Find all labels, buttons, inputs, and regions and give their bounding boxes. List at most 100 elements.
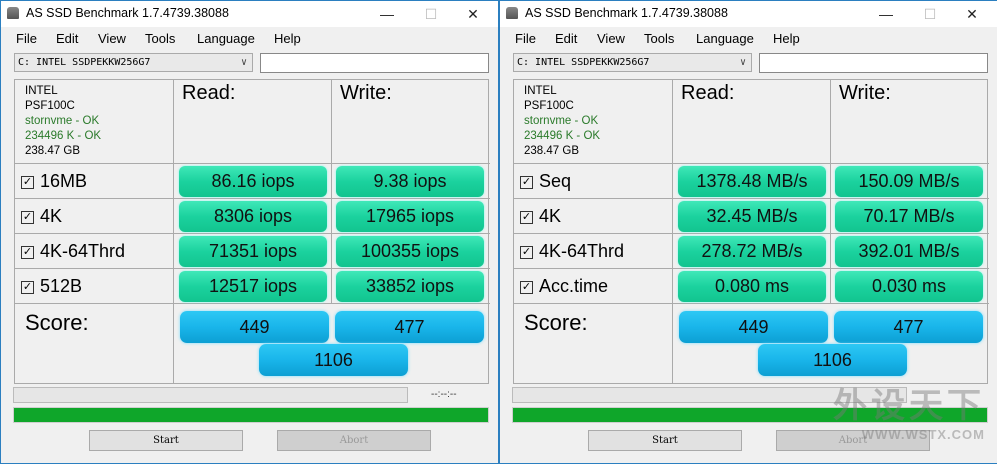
write-result: 0.030 ms — [835, 271, 983, 302]
score-total: 1106 — [758, 344, 907, 376]
drive-size: 238.47 GB — [25, 145, 80, 157]
elapsed-time: --:--:-- — [431, 389, 457, 400]
drive-select[interactable]: C: INTEL SSDPEKKW256G7 ∨ — [513, 53, 752, 72]
score-write: 477 — [335, 311, 484, 343]
text-field[interactable] — [759, 53, 988, 73]
read-result: 12517 iops — [179, 271, 327, 302]
menu-language[interactable]: Language — [197, 31, 255, 46]
text-field[interactable] — [260, 53, 489, 73]
drive-app-icon — [506, 7, 518, 19]
menu-edit[interactable]: Edit — [56, 31, 78, 46]
score-read: 449 — [180, 311, 329, 343]
drive-select[interactable]: C: INTEL SSDPEKKW256G7 ∨ — [14, 53, 253, 72]
menu-tools[interactable]: Tools — [644, 31, 674, 46]
score-label: Score: — [514, 304, 673, 384]
write-result: 70.17 MB/s — [835, 201, 983, 232]
drive-info: INTEL PSF100C stornvme - OK 234496 K - O… — [514, 80, 673, 164]
menu-file[interactable]: File — [16, 31, 37, 46]
test-name: 4K-64Thrd — [40, 241, 126, 261]
read-result: 1378.48 MB/s — [678, 166, 826, 197]
menu-language[interactable]: Language — [696, 31, 754, 46]
test-row-label[interactable]: ✓ 4K — [514, 199, 673, 234]
drive-value: C: INTEL SSDPEKKW256G7 — [18, 57, 151, 68]
drive-info: INTEL PSF100C stornvme - OK 234496 K - O… — [15, 80, 174, 164]
drive-vendor: INTEL — [524, 85, 557, 97]
test-row-label[interactable]: ✓ 512B — [15, 269, 174, 304]
checkbox-checked-icon[interactable]: ✓ — [21, 246, 34, 259]
write-result: 392.01 MB/s — [835, 236, 983, 267]
read-result: 86.16 iops — [179, 166, 327, 197]
abort-button[interactable]: Abort — [277, 430, 431, 451]
driver-status: stornvme - OK — [524, 115, 599, 127]
test-row-label[interactable]: ✓ 4K-64Thrd — [514, 234, 673, 269]
write-header: Write: — [831, 80, 989, 164]
drive-firmware: PSF100C — [524, 100, 574, 112]
test-name: 4K — [539, 206, 562, 226]
write-result: 17965 iops — [336, 201, 484, 232]
menu-help[interactable]: Help — [773, 31, 800, 46]
test-name: 16MB — [40, 171, 88, 191]
test-name: 512B — [40, 276, 83, 296]
close-button[interactable]: ✕ — [453, 3, 493, 25]
menu-bar: File Edit View Tools Language Help — [1, 29, 498, 49]
test-row-label[interactable]: ✓ 4K — [15, 199, 174, 234]
checkbox-checked-icon[interactable]: ✓ — [21, 176, 34, 189]
title-bar: AS SSD Benchmark 1.7.4739.38088 — ☐ ✕ — [1, 1, 498, 27]
drive-vendor: INTEL — [25, 85, 58, 97]
test-name: Acc.time — [539, 276, 609, 296]
results-grid: INTEL PSF100C stornvme - OK 234496 K - O… — [14, 79, 490, 384]
test-row-label[interactable]: ✓ Seq — [514, 164, 673, 199]
watermark-logo: 外设天下 WWW.WSTX.COM — [833, 387, 985, 442]
write-result: 33852 iops — [336, 271, 484, 302]
title-bar: AS SSD Benchmark 1.7.4739.38088 — ☐ ✕ — [500, 1, 997, 27]
write-result: 100355 iops — [336, 236, 484, 267]
test-row-label[interactable]: ✓ 16MB — [15, 164, 174, 199]
checkbox-checked-icon[interactable]: ✓ — [21, 211, 34, 224]
alignment-status: 234496 K - OK — [25, 130, 102, 142]
chevron-down-icon: ∨ — [739, 57, 746, 68]
completion-bar — [13, 407, 489, 423]
start-button[interactable]: Start — [588, 430, 742, 451]
menu-help[interactable]: Help — [274, 31, 301, 46]
checkbox-checked-icon[interactable]: ✓ — [520, 176, 533, 189]
maximize-button[interactable]: ☐ — [910, 3, 950, 25]
menu-file[interactable]: File — [515, 31, 536, 46]
alignment-status: 234496 K - OK — [524, 130, 601, 142]
write-result: 9.38 iops — [336, 166, 484, 197]
driver-status: stornvme - OK — [25, 115, 100, 127]
maximize-button[interactable]: ☐ — [411, 3, 451, 25]
write-header: Write: — [332, 80, 490, 164]
checkbox-checked-icon[interactable]: ✓ — [520, 281, 533, 294]
checkbox-checked-icon[interactable]: ✓ — [21, 281, 34, 294]
read-result: 71351 iops — [179, 236, 327, 267]
start-button[interactable]: Start — [89, 430, 243, 451]
read-result: 0.080 ms — [678, 271, 826, 302]
minimize-button[interactable]: — — [866, 3, 906, 25]
drive-size: 238.47 GB — [524, 145, 579, 157]
read-result: 32.45 MB/s — [678, 201, 826, 232]
menu-edit[interactable]: Edit — [555, 31, 577, 46]
chevron-down-icon: ∨ — [240, 57, 247, 68]
read-result: 278.72 MB/s — [678, 236, 826, 267]
score-total: 1106 — [259, 344, 408, 376]
checkbox-checked-icon[interactable]: ✓ — [520, 211, 533, 224]
menu-tools[interactable]: Tools — [145, 31, 175, 46]
test-row-label[interactable]: ✓ Acc.time — [514, 269, 673, 304]
close-button[interactable]: ✕ — [952, 3, 992, 25]
write-result: 150.09 MB/s — [835, 166, 983, 197]
drive-firmware: PSF100C — [25, 100, 75, 112]
progress-bar — [13, 387, 408, 403]
window-title: AS SSD Benchmark 1.7.4739.38088 — [26, 6, 229, 20]
test-row-label[interactable]: ✓ 4K-64Thrd — [15, 234, 174, 269]
menu-view[interactable]: View — [98, 31, 126, 46]
score-write: 477 — [834, 311, 983, 343]
read-result: 8306 iops — [179, 201, 327, 232]
score-label: Score: — [15, 304, 174, 384]
menu-view[interactable]: View — [597, 31, 625, 46]
test-name: 4K-64Thrd — [539, 241, 625, 261]
window-title: AS SSD Benchmark 1.7.4739.38088 — [525, 6, 728, 20]
score-read: 449 — [679, 311, 828, 343]
minimize-button[interactable]: — — [367, 3, 407, 25]
read-header: Read: — [673, 80, 831, 164]
checkbox-checked-icon[interactable]: ✓ — [520, 246, 533, 259]
